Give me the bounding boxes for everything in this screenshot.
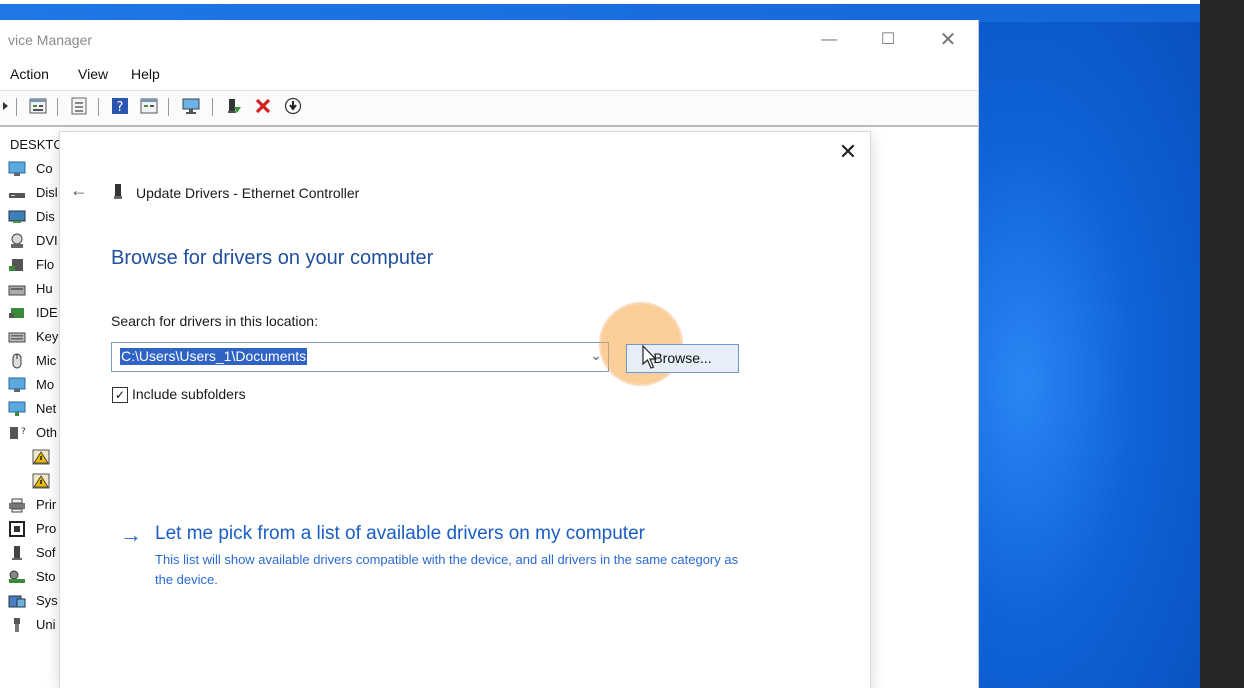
driver-path-value[interactable]: C:\Users\Users_1\Documents — [120, 348, 308, 365]
display-adapter-icon — [8, 210, 26, 223]
mouse-cursor-icon — [642, 344, 657, 369]
maximize-button[interactable]: ☐ — [876, 28, 900, 52]
toolbar-separator — [16, 98, 17, 116]
monitor-icon[interactable] — [181, 97, 203, 115]
tree-icon[interactable] — [70, 97, 88, 115]
processor-icon — [9, 521, 25, 537]
toolbar-separator — [57, 98, 58, 116]
warning-device-icon — [32, 473, 50, 489]
page-title: Browse for drivers on your computer — [111, 247, 434, 269]
printer-icon — [9, 498, 25, 513]
dialog-close-button[interactable]: ✕ — [836, 140, 860, 164]
window-title: vice Manager — [8, 32, 93, 48]
floppy-icon — [9, 259, 23, 271]
warning-device-icon — [32, 449, 50, 465]
arrow-right-icon[interactable]: → — [120, 522, 142, 548]
help-icon[interactable]: ? — [111, 97, 129, 115]
svg-text:?: ? — [21, 427, 26, 437]
software-device-icon — [12, 546, 22, 560]
include-subfolders-checkbox[interactable]: ✓ — [112, 387, 128, 403]
usb-icon — [14, 618, 20, 632]
computer-icon — [8, 161, 26, 176]
grid-icon[interactable] — [140, 97, 158, 115]
pick-from-list-link[interactable]: Let me pick from a list of available dri… — [155, 523, 645, 545]
unknown-device-icon: ? — [10, 427, 26, 439]
driver-path-combobox[interactable]: C:\Users\Users_1\Documents ⌄ — [111, 342, 609, 372]
svg-text:?: ? — [117, 100, 124, 115]
keyboard-mouse-icon — [8, 285, 26, 296]
dvd-drive-icon — [11, 233, 23, 248]
ide-controller-icon — [9, 308, 24, 318]
disk-drive-icon — [9, 193, 25, 198]
screen-edge — [1200, 0, 1244, 688]
top-strip — [0, 0, 1200, 22]
toolbar-separator — [98, 98, 99, 116]
menu-action[interactable]: Action — [10, 66, 49, 82]
back-icon[interactable] — [2, 97, 10, 115]
storage-controller-icon — [9, 570, 25, 583]
include-subfolders-label[interactable]: Include subfolders — [132, 386, 246, 402]
device-tree: DESKTC Co Disl Dis DVI Flo Hu IDE Key Mi… — [8, 137, 62, 632]
toolbar-separator — [168, 98, 169, 116]
system-device-icon — [8, 595, 26, 608]
pick-from-list-description: This list will show available drivers co… — [155, 552, 739, 587]
menu-help[interactable]: Help — [131, 66, 160, 82]
enable-device-icon[interactable] — [225, 97, 243, 115]
search-location-label: Search for drivers in this location: — [111, 313, 318, 329]
keyboard-icon — [8, 332, 26, 343]
desktop-wallpaper — [978, 8, 1200, 688]
back-button[interactable]: ← — [70, 180, 88, 201]
chevron-down-icon[interactable]: ⌄ — [590, 347, 602, 364]
toolbar-separator — [212, 98, 213, 116]
monitor-icon — [8, 377, 26, 392]
properties-icon[interactable] — [29, 97, 47, 115]
network-icon — [8, 401, 26, 416]
toolbar: ? — [0, 90, 978, 127]
menu-view[interactable]: View — [78, 66, 108, 82]
dialog-header: Update Drivers - Ethernet Controller — [136, 185, 360, 201]
update-driver-icon[interactable] — [284, 97, 302, 115]
close-button[interactable]: ✕ — [936, 28, 960, 52]
uninstall-device-icon[interactable] — [254, 97, 272, 115]
minimize-button[interactable]: — — [817, 28, 841, 52]
network-adapter-icon — [114, 184, 122, 199]
update-drivers-dialog: ✕ ← Update Drivers - Ethernet Controller… — [60, 132, 870, 688]
mouse-icon — [12, 353, 22, 369]
